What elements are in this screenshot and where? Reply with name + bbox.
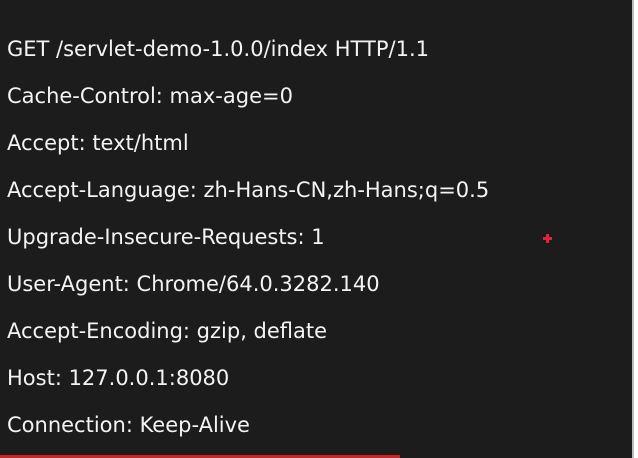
accept-encoding-header: Accept-Encoding: gzip, deflate: [7, 319, 328, 343]
cache-control-header: Cache-Control: max-age=0: [7, 84, 293, 108]
http-request-panel: GET /servlet-demo-1.0.0/index HTTP/1.1 C…: [0, 0, 634, 458]
host-header: Host: 127.0.0.1:8080: [7, 366, 230, 390]
user-agent-header: User-Agent: Chrome/64.0.3282.140: [7, 272, 380, 296]
connection-header: Connection: Keep-Alive: [7, 413, 250, 437]
accept-header: Accept: text/html: [7, 131, 189, 155]
accept-language-header: Accept-Language: zh-Hans-CN,zh-Hans;q=0.…: [7, 178, 490, 202]
request-header-list: GET /servlet-demo-1.0.0/index HTTP/1.1 C…: [7, 26, 489, 449]
red-cross-marker-icon: [543, 234, 552, 243]
request-line: GET /servlet-demo-1.0.0/index HTTP/1.1: [7, 37, 429, 61]
upgrade-insecure-requests-header: Upgrade-Insecure-Requests: 1: [7, 225, 325, 249]
